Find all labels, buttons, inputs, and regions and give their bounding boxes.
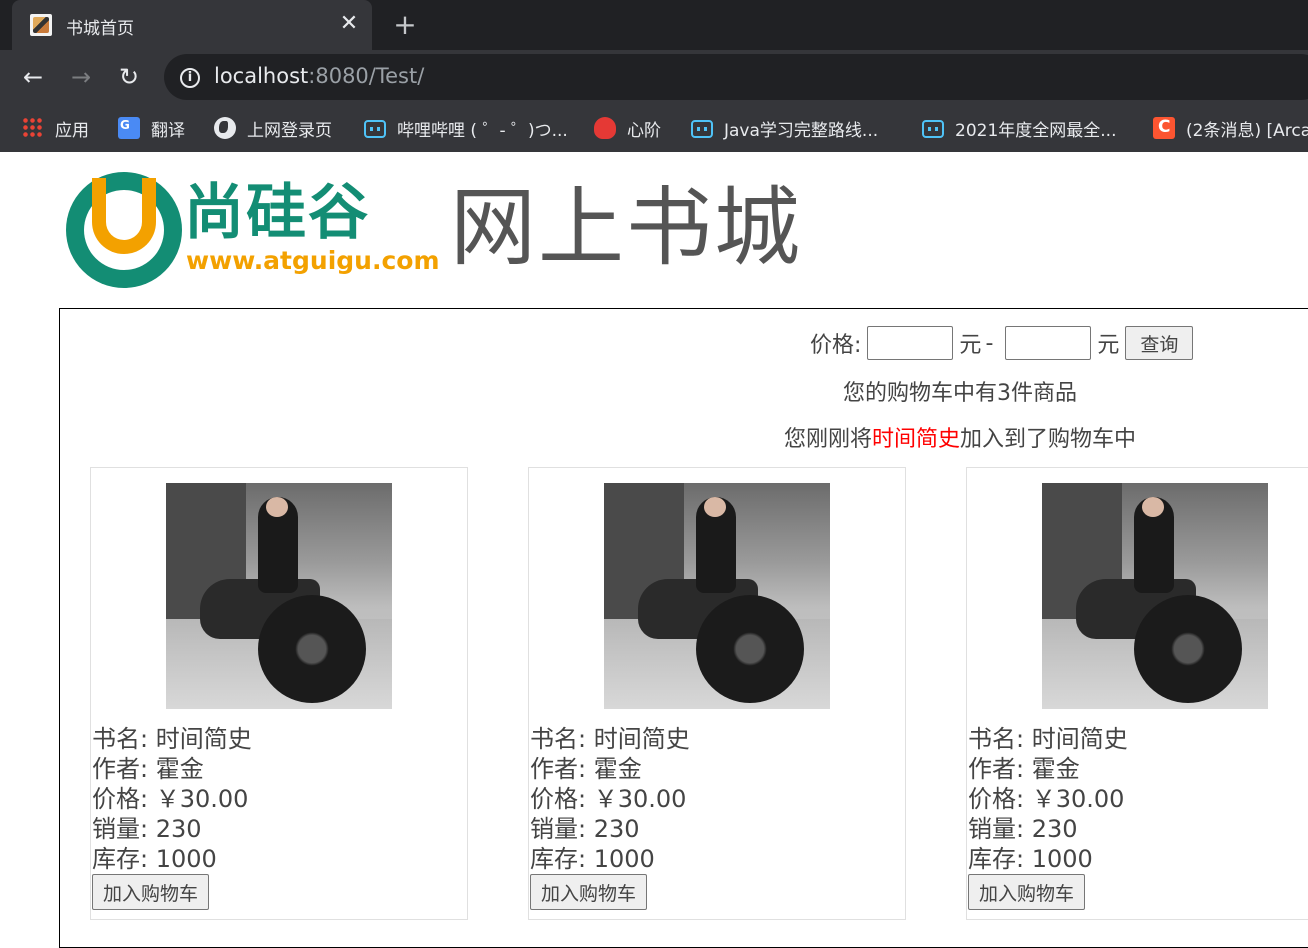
- add-to-cart-button[interactable]: 加入购物车: [92, 874, 210, 910]
- book-price: 价格: ￥30.00: [968, 785, 1125, 813]
- book-card: 书名: 时间简史 作者: 霍金 价格: ￥30.00 销量: 230 库存: 1…: [90, 467, 468, 920]
- back-arrow-icon[interactable]: ←: [18, 60, 48, 94]
- bookmark-label: 心阶: [627, 120, 661, 141]
- main-panel: 价格: 元 - 元 查询 您的购物车中有3件商品 您刚刚将时间简史加入到了购物车…: [59, 308, 1308, 948]
- book-author: 作者: 霍金: [530, 755, 642, 783]
- range-dash: -: [985, 330, 994, 356]
- logo-brand-text: 尚硅谷: [184, 178, 370, 248]
- book-name: 书名: 时间简史: [530, 725, 690, 753]
- book-cover-image: [166, 483, 392, 709]
- tab-title: 书城首页: [66, 19, 134, 39]
- book-name: 书名: 时间简史: [968, 725, 1128, 753]
- bilibili-icon: [364, 120, 386, 138]
- bookmark-bilibili[interactable]: 哔哩哔哩 ( ゜- ゜)つ...: [364, 114, 568, 142]
- book-cover-image: [604, 483, 830, 709]
- book-author: 作者: 霍金: [968, 755, 1080, 783]
- url-text[interactable]: localhost:8080/Test/: [214, 64, 424, 88]
- book-info: 书名: 时间简史 作者: 霍金 价格: ￥30.00 销量: 230 库存: 1…: [968, 724, 1128, 874]
- book-card: 书名: 时间简史 作者: 霍金 价格: ￥30.00 销量: 230 库存: 1…: [966, 467, 1308, 920]
- address-bar[interactable]: i localhost:8080/Test/: [164, 54, 1308, 100]
- added-suffix: 加入到了购物车中: [960, 427, 1137, 452]
- min-price-input[interactable]: [867, 326, 954, 360]
- heart-icon: [594, 117, 616, 139]
- csdn-icon: [1153, 117, 1175, 139]
- bookmark-apps[interactable]: 应用: [22, 114, 89, 142]
- atguigu-logo: 尚硅谷 www.atguigu.com: [66, 172, 440, 292]
- bilibili-icon: [922, 120, 944, 138]
- book-author: 作者: 霍金: [92, 755, 204, 783]
- add-to-cart-button[interactable]: 加入购物车: [968, 874, 1086, 910]
- bookmark-xinjie[interactable]: 心阶: [594, 114, 661, 142]
- book-cover-image: [1042, 483, 1268, 709]
- book-price: 价格: ￥30.00: [92, 785, 249, 813]
- price-label: 价格:: [810, 333, 862, 358]
- book-stock: 库存: 1000: [530, 845, 655, 873]
- added-book-name: 时间简史: [871, 427, 960, 452]
- book-info: 书名: 时间简史 作者: 霍金 价格: ￥30.00 销量: 230 库存: 1…: [530, 724, 690, 874]
- logo-u-icon: [92, 178, 156, 254]
- bookmark-label: 应用: [55, 120, 89, 141]
- bookmark-label: 上网登录页: [247, 120, 332, 141]
- new-tab-icon[interactable]: +: [392, 10, 418, 40]
- price-search-form: 价格: 元 - 元 查询: [810, 325, 1194, 361]
- book-sales: 销量: 230: [530, 815, 640, 843]
- book-card: 书名: 时间简史 作者: 霍金 价格: ￥30.00 销量: 230 库存: 1…: [528, 467, 906, 920]
- bookmark-label: 2021年度全网最全...: [955, 120, 1117, 141]
- globe-icon: [214, 117, 236, 139]
- page-title: 网上书城: [450, 178, 802, 278]
- translate-icon: [118, 117, 140, 139]
- max-price-input[interactable]: [1005, 326, 1092, 360]
- bookmark-translate[interactable]: 翻译: [118, 114, 185, 142]
- added-prefix: 您刚刚将: [783, 427, 872, 452]
- bookmarks-bar: 应用 翻译 上网登录页 哔哩哔哩 ( ゜- ゜)つ... 心阶 Java学习完整…: [0, 104, 1308, 152]
- book-sales: 销量: 230: [968, 815, 1078, 843]
- browser-tab[interactable]: 书城首页 ✕: [12, 0, 372, 50]
- book-stock: 库存: 1000: [968, 845, 1093, 873]
- info-icon[interactable]: i: [180, 68, 200, 88]
- bookmark-login-page[interactable]: 上网登录页: [214, 114, 332, 142]
- bilibili-icon: [691, 120, 713, 138]
- url-path: :8080/Test/: [308, 64, 425, 88]
- logo-url-text: www.atguigu.com: [186, 246, 440, 275]
- cart-count-text: 您的购物车中有3件商品: [843, 381, 1077, 406]
- last-added-message: 您刚刚将时间简史加入到了购物车中: [680, 421, 1240, 453]
- bookmark-2021[interactable]: 2021年度全网最全...: [922, 114, 1116, 142]
- web-page: 尚硅谷 www.atguigu.com 网上书城 价格: 元 - 元 查询 您的…: [0, 154, 1308, 948]
- apps-grid-icon: [22, 117, 44, 139]
- tab-strip: 书城首页 ✕ +: [0, 0, 1308, 50]
- bookmark-java-route[interactable]: Java学习完整路线...: [691, 114, 878, 142]
- tomcat-favicon-icon: [30, 14, 52, 36]
- query-button[interactable]: 查询: [1125, 326, 1194, 360]
- bookmark-label: (2条消息) [Arca: [1186, 120, 1308, 141]
- forward-arrow-icon[interactable]: →: [66, 60, 96, 94]
- unit-label: 元: [1097, 333, 1120, 358]
- bookmark-label: 翻译: [151, 120, 185, 141]
- bookmark-label: 哔哩哔哩 ( ゜- ゜)つ...: [397, 120, 568, 141]
- book-price: 价格: ￥30.00: [530, 785, 687, 813]
- book-sales: 销量: 230: [92, 815, 202, 843]
- bookmark-label: Java学习完整路线...: [724, 120, 879, 141]
- url-host: localhost: [214, 64, 309, 88]
- unit-label: 元: [959, 333, 982, 358]
- close-tab-icon[interactable]: ✕: [338, 10, 360, 38]
- book-name: 书名: 时间简史: [92, 725, 252, 753]
- add-to-cart-button[interactable]: 加入购物车: [530, 874, 648, 910]
- book-stock: 库存: 1000: [92, 845, 217, 873]
- bookmark-csdn[interactable]: (2条消息) [Arca: [1153, 114, 1308, 142]
- book-info: 书名: 时间简史 作者: 霍金 价格: ￥30.00 销量: 230 库存: 1…: [92, 724, 252, 874]
- browser-toolbar: ← → ↻ i localhost:8080/Test/: [0, 50, 1308, 104]
- reload-icon[interactable]: ↻: [114, 60, 144, 94]
